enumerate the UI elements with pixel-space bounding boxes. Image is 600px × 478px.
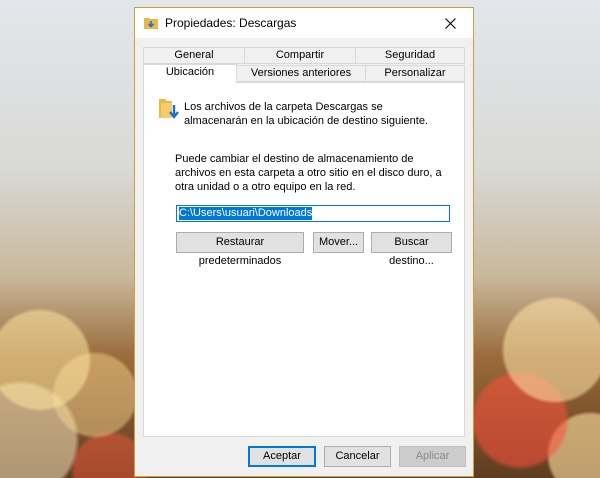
ok-button[interactable]: Aceptar bbox=[248, 446, 316, 467]
tab-label: Versiones anteriores bbox=[250, 67, 352, 79]
tab-label: General bbox=[174, 49, 214, 61]
apply-button: Aplicar bbox=[399, 446, 466, 467]
downloads-folder-icon bbox=[144, 18, 158, 29]
tab-seguridad[interactable]: Seguridad bbox=[355, 47, 465, 64]
tab-label: Seguridad bbox=[384, 49, 436, 61]
location-path-input[interactable]: C:\Users\usuari\Downloads bbox=[176, 205, 450, 222]
window-title: Propiedades: Descargas bbox=[165, 16, 297, 30]
title-bar: Propiedades: Descargas bbox=[135, 8, 473, 38]
properties-dialog: Propiedades: Descargas General Compartir… bbox=[134, 7, 474, 477]
location-description: Los archivos de la carpeta Descargas se … bbox=[184, 101, 428, 127]
close-icon bbox=[444, 17, 456, 29]
change-destination-help: Puede cambiar el destino de almacenamien… bbox=[175, 153, 442, 193]
tab-label: Compartir bbox=[275, 49, 325, 61]
tab-label: Ubicación bbox=[165, 66, 215, 78]
move-button[interactable]: Mover... bbox=[313, 232, 364, 253]
tab-versiones-anteriores[interactable]: Versiones anteriores bbox=[236, 65, 366, 82]
close-button[interactable] bbox=[427, 8, 473, 38]
location-path-value: C:\Users\usuari\Downloads bbox=[179, 207, 313, 220]
tab-label: Personalizar bbox=[384, 67, 446, 79]
tab-ubicacion[interactable]: Ubicación bbox=[143, 64, 237, 83]
tab-general[interactable]: General bbox=[143, 47, 245, 64]
tab-compartir[interactable]: Compartir bbox=[244, 47, 356, 64]
tab-personalizar[interactable]: Personalizar bbox=[365, 65, 465, 82]
downloads-folder-icon bbox=[159, 99, 179, 119]
find-target-button[interactable]: Buscar destino... bbox=[371, 232, 452, 267]
location-panel: Los archivos de la carpeta Descargas se … bbox=[143, 82, 465, 437]
restore-defaults-button[interactable]: Restaurar predeterminados bbox=[176, 232, 304, 267]
cancel-button[interactable]: Cancelar bbox=[324, 446, 391, 467]
